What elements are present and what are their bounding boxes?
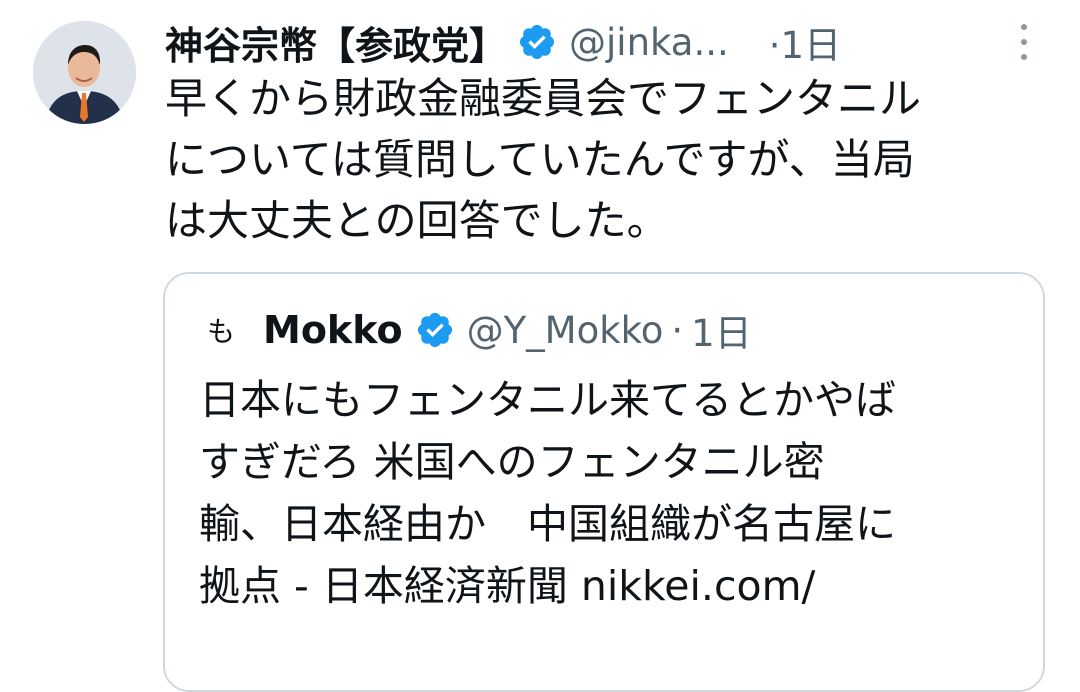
tweet-header: 神谷宗幣【参政党】 @jinka... ·1日 bbox=[165, 14, 1035, 70]
author-name[interactable]: 神谷宗幣【参政党】 bbox=[165, 15, 507, 70]
quoted-author-avatar[interactable]: も bbox=[201, 310, 241, 350]
quoted-tweet-text: 日本にもフェンタニル来てるとかやば すぎだろ 米国へのフェンタニル密 輸、日本経… bbox=[199, 369, 1029, 617]
tweet-timestamp[interactable]: ·1日 bbox=[769, 15, 841, 69]
quoted-text-line: すぎだろ 米国へのフェンタニル密 bbox=[199, 438, 825, 486]
tweet-text-line: は大丈夫との回答でした。 bbox=[165, 196, 669, 245]
verified-badge-icon bbox=[417, 312, 452, 348]
more-dot bbox=[1021, 39, 1027, 45]
quoted-separator: · bbox=[671, 308, 684, 352]
more-vertical-icon[interactable] bbox=[1013, 24, 1035, 60]
quoted-author-handle: @Y_Mokko bbox=[466, 308, 664, 352]
tweet-text: 早くから財政金融委員会でフェンタニル については質問していたんですが、当局 は大… bbox=[165, 68, 1045, 251]
quoted-text-line: 拠点 - 日本経済新聞 nikkei.com/ bbox=[199, 562, 816, 610]
quoted-avatar-glyph: も bbox=[206, 315, 235, 348]
quoted-tweet-card[interactable]: も Mokko @Y_Mokko · 1日 日本にもフェンタニル来てるとかやば … bbox=[163, 272, 1045, 692]
author-handle[interactable]: @jinka... bbox=[569, 21, 729, 64]
tweet-text-line: 早くから財政金融委員会でフェンタニル bbox=[165, 74, 922, 123]
quoted-text-line: 輸、日本経由か 中国組織が名古屋に bbox=[199, 500, 896, 548]
author-avatar-image bbox=[33, 21, 136, 124]
verified-badge-icon bbox=[519, 24, 555, 60]
more-dot bbox=[1021, 54, 1027, 60]
quoted-text-line: 日本にもフェンタニル来てるとかやば bbox=[199, 376, 896, 424]
quoted-tweet-header: も Mokko @Y_Mokko · 1日 bbox=[201, 302, 752, 358]
quoted-author-name[interactable]: Mokko bbox=[263, 308, 403, 352]
quoted-timestamp: 1日 bbox=[691, 312, 752, 355]
more-dot bbox=[1021, 24, 1027, 30]
tweet-text-line: については質問していたんですが、当局 bbox=[165, 135, 915, 184]
author-avatar[interactable] bbox=[33, 21, 136, 124]
